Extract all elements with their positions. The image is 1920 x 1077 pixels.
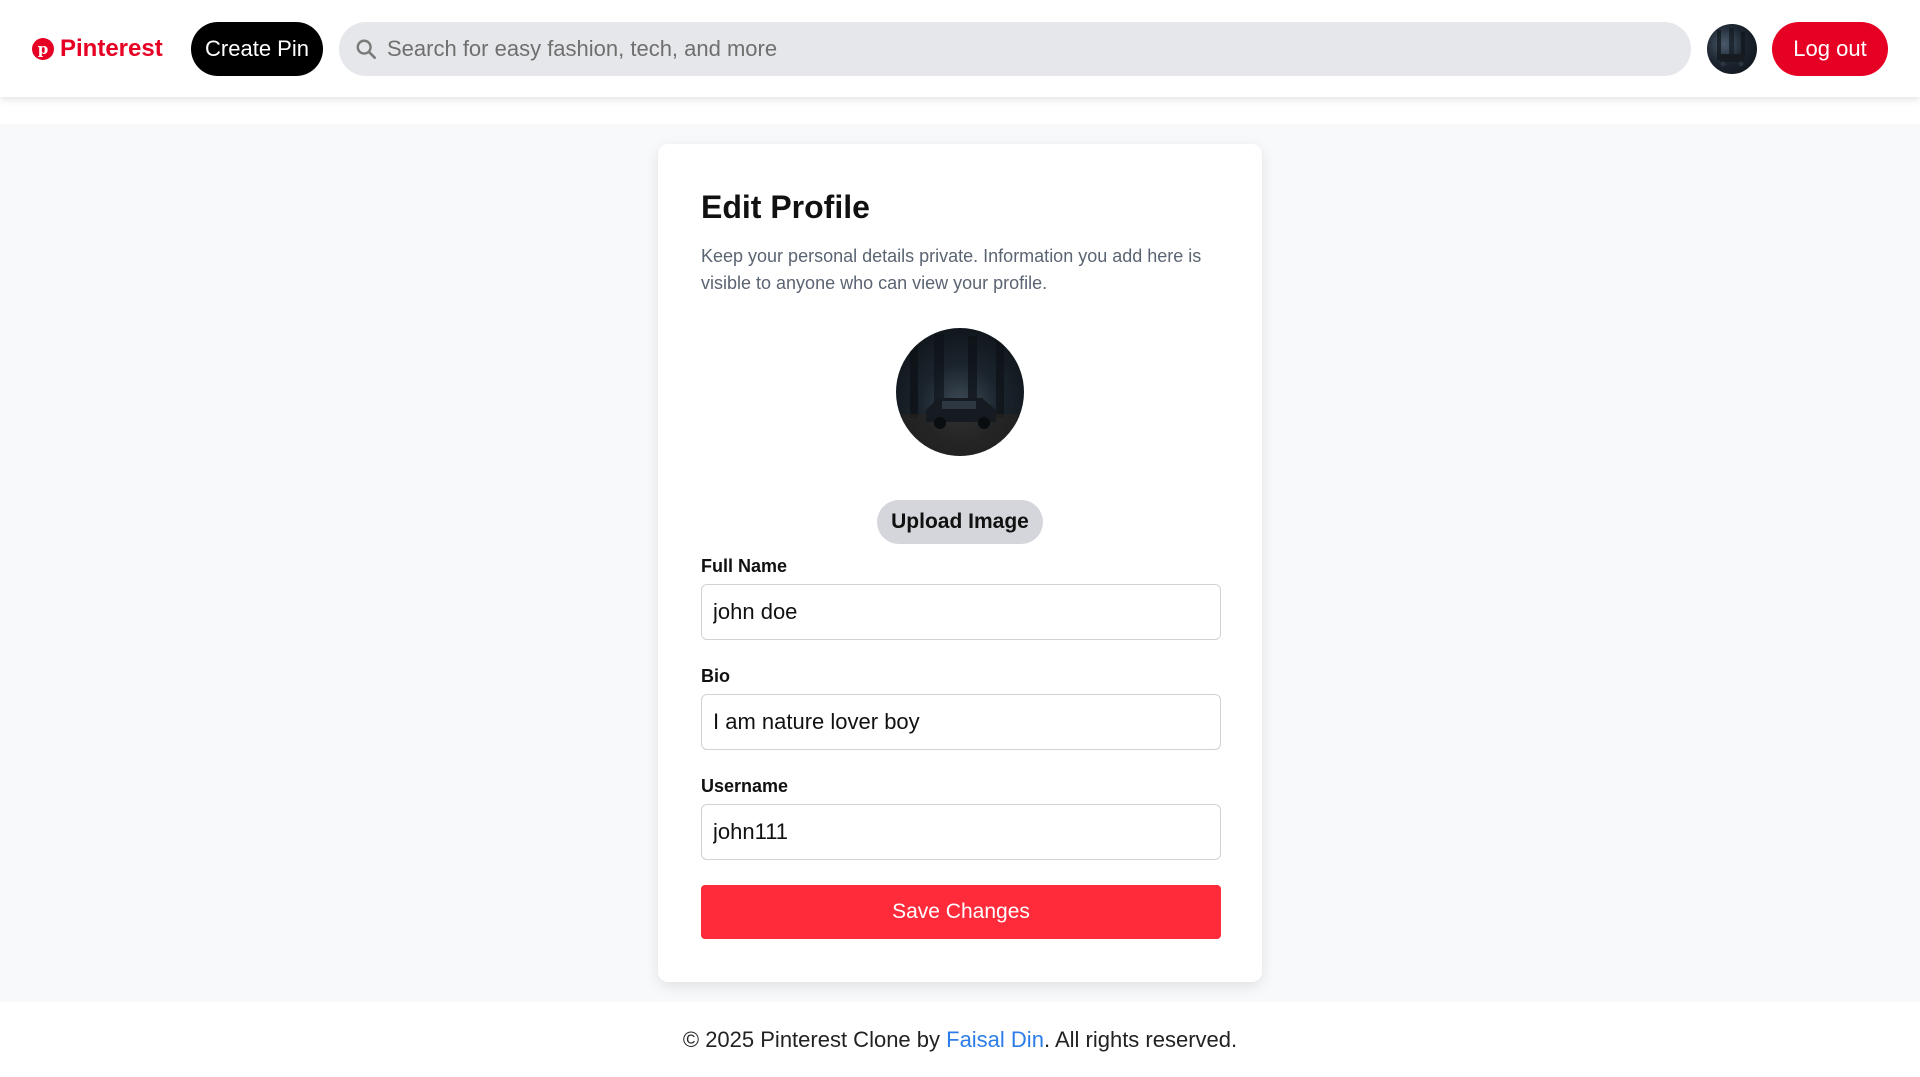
author-link[interactable]: Faisal Din: [946, 1027, 1044, 1053]
footer-suffix: . All rights reserved.: [1043, 1026, 1238, 1052]
edit-profile-card: Edit Profile Keep your personal details …: [658, 144, 1262, 982]
logo-text: Pinterest: [60, 35, 163, 62]
pinterest-logo-icon: p: [32, 38, 54, 60]
main-content: Edit Profile Keep your personal details …: [0, 124, 1920, 1002]
top-nav: p Pinterest Create Pin Log out: [0, 0, 1920, 97]
profile-avatar: [896, 328, 1024, 456]
footer-prefix: © 2025 Pinterest Clone by: [682, 1026, 947, 1052]
page-subtitle: Keep your personal details private. Info…: [701, 246, 1202, 293]
full-name-field[interactable]: [701, 584, 1221, 640]
full-name-label: Full Name: [701, 556, 788, 576]
bio-label: Bio: [701, 666, 730, 686]
search-icon: [356, 39, 376, 59]
user-avatar[interactable]: [1707, 24, 1757, 74]
username-field[interactable]: [701, 804, 1221, 860]
upload-image-button[interactable]: Upload Image: [877, 500, 1043, 544]
create-pin-button[interactable]: Create Pin: [191, 22, 323, 76]
search-input[interactable]: [387, 22, 1677, 76]
bio-field[interactable]: [701, 694, 1221, 750]
search-bar: [339, 22, 1691, 76]
save-changes-button[interactable]: Save Changes: [701, 885, 1221, 939]
logout-button[interactable]: Log out: [1772, 22, 1888, 76]
username-label: Username: [701, 776, 789, 796]
page-title: Edit Profile: [701, 189, 870, 225]
footer: © 2025 Pinterest Clone by Faisal Din . A…: [0, 1002, 1920, 1077]
pinterest-logo[interactable]: p Pinterest: [32, 34, 163, 64]
